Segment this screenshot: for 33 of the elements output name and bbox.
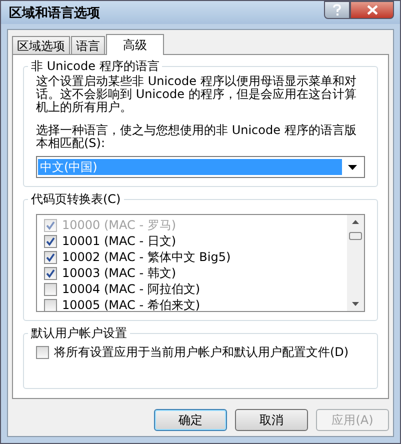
scroll-up-icon xyxy=(352,220,359,224)
tab[interactable]: 高级 xyxy=(106,34,164,55)
checkbox[interactable] xyxy=(36,346,49,358)
group-title: 代码页转换表(C) xyxy=(30,191,122,208)
help-button[interactable] xyxy=(324,1,350,19)
group-title: 默认用户帐户设置 xyxy=(30,325,128,342)
dropdown-arrow-icon xyxy=(348,164,357,170)
help-icon xyxy=(332,4,342,16)
checkbox[interactable] xyxy=(44,282,57,296)
dialog-button[interactable]: 取消 xyxy=(235,409,308,431)
scroll-down-icon xyxy=(352,302,359,306)
code-page-item[interactable]: 10002 (MAC - 繁体中文 Big5) xyxy=(44,249,347,265)
code-page-item[interactable]: 10001 (MAC - 日文) xyxy=(44,233,347,249)
dialog-button[interactable]: 确定 xyxy=(154,409,227,431)
dropdown-value: 中文(中国) xyxy=(38,159,342,175)
code-page-item[interactable]: 10004 (MAC - 阿拉伯文) xyxy=(44,281,347,297)
description-text: 这个设置启动某些非 Unicode 程序以便用母语显示菜单和对话。这不会影响到 Unicode 的程序，但是会应用在这台计算机上的所有用户。 xyxy=(36,75,358,114)
tab[interactable]: 语言 xyxy=(71,36,105,54)
scrollbar-thumb[interactable] xyxy=(349,232,362,240)
close-button[interactable] xyxy=(350,1,394,19)
scrollbar[interactable] xyxy=(347,215,364,311)
checkbox[interactable] xyxy=(44,266,57,280)
code-page-item[interactable]: 10005 (MAC - 希伯来文) xyxy=(44,297,347,311)
code-page-item[interactable]: 10003 (MAC - 韩文) xyxy=(44,265,347,281)
prompt-text: 选择一种语言，使之与您想使用的非 Unicode 程序的语言版本相匹配(S): xyxy=(36,124,358,150)
tab[interactable]: 区域选项 xyxy=(12,36,70,54)
window-title: 区域和语言选项 xyxy=(9,4,100,22)
group-title: 非 Unicode 程序的语言 xyxy=(30,58,160,75)
apply-settings-checkbox[interactable]: 将所有设置应用于当前用户帐户和默认用户配置文件(D) xyxy=(36,344,365,360)
checkbox[interactable] xyxy=(44,234,57,248)
checkbox[interactable] xyxy=(44,298,57,311)
close-icon xyxy=(366,5,378,15)
checkbox[interactable] xyxy=(44,250,57,264)
